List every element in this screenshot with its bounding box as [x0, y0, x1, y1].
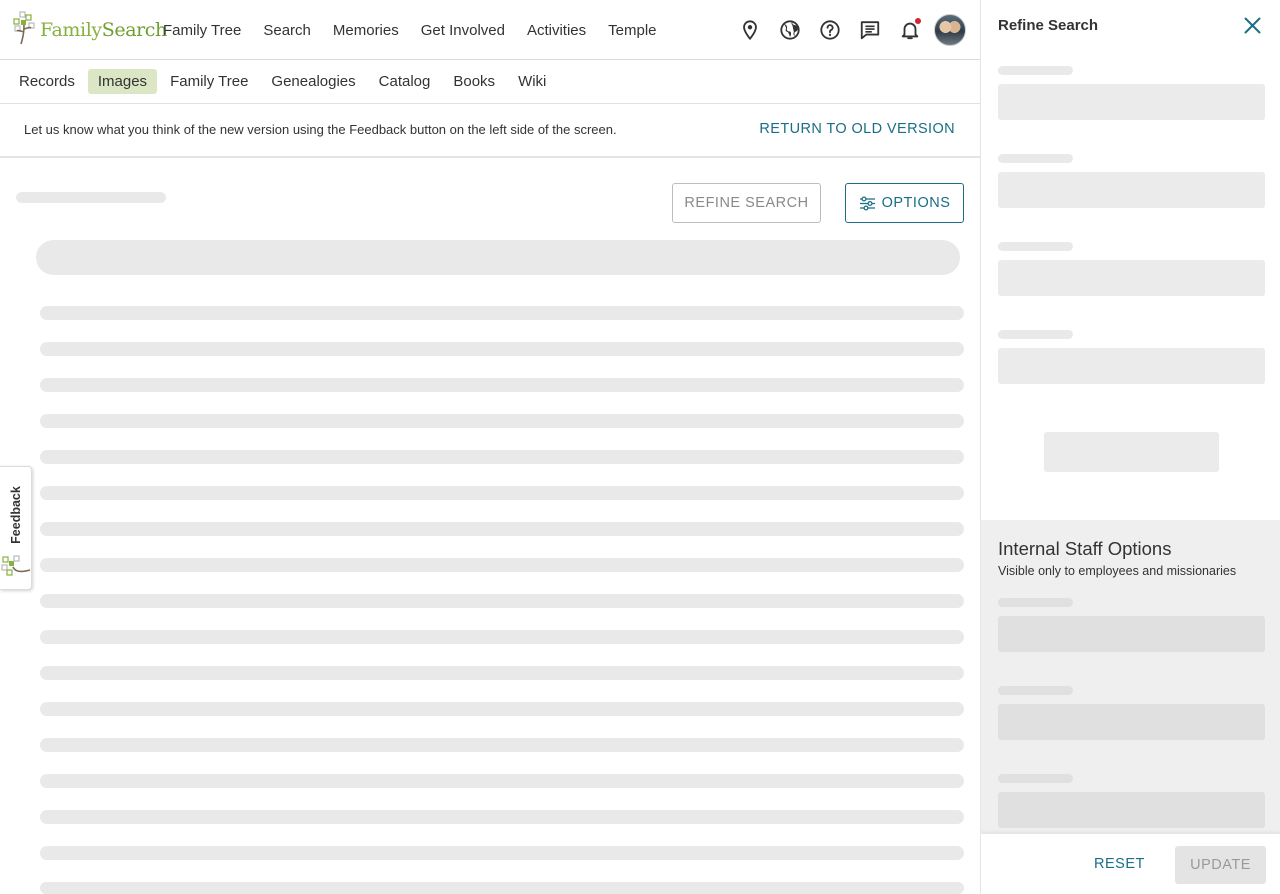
field-label-placeholder — [998, 154, 1073, 163]
skeleton-row — [40, 450, 964, 464]
refine-search-panel: Refine Search Internal Staff Options Vis… — [980, 0, 1280, 894]
map-pin-icon[interactable] — [730, 10, 770, 50]
nav-get-involved[interactable]: Get Involved — [410, 22, 516, 39]
options-button[interactable]: OPTIONS — [845, 183, 964, 223]
nav-memories[interactable]: Memories — [322, 22, 410, 39]
skeleton-row — [40, 846, 964, 860]
familysearch-logo[interactable]: FamilySearch — [13, 10, 167, 46]
skeleton-row — [40, 342, 964, 356]
globe-icon[interactable] — [770, 10, 810, 50]
user-avatar[interactable] — [934, 14, 966, 46]
skeleton-row — [40, 486, 964, 500]
messages-icon[interactable] — [850, 10, 890, 50]
subnav-records[interactable]: Records — [9, 69, 85, 94]
field-input-placeholder — [998, 260, 1265, 296]
subnav-images[interactable]: Images — [87, 69, 158, 94]
subnav-catalog[interactable]: Catalog — [369, 69, 441, 94]
button-placeholder — [1044, 432, 1219, 472]
field-label-placeholder — [998, 774, 1073, 783]
help-icon[interactable] — [810, 10, 850, 50]
primary-nav: Family Tree Search Memories Get Involved… — [152, 0, 668, 60]
nav-icon-group — [730, 0, 966, 60]
sliders-icon — [859, 195, 875, 211]
logo-wordmark: FamilySearch — [40, 19, 167, 41]
nav-search[interactable]: Search — [252, 22, 322, 39]
main-content: FamilySearch Family Tree Search Memories… — [0, 0, 980, 894]
refine-search-button[interactable]: REFINE SEARCH — [672, 183, 821, 223]
field-label-placeholder — [998, 686, 1073, 695]
nav-temple[interactable]: Temple — [597, 22, 667, 39]
nav-activities[interactable]: Activities — [516, 22, 597, 39]
notification-dot — [915, 18, 921, 24]
skeleton-row — [40, 558, 964, 572]
field-input-placeholder — [998, 792, 1265, 828]
close-icon[interactable] — [1241, 14, 1263, 36]
skeleton-row — [40, 666, 964, 680]
skeleton-row — [40, 522, 964, 536]
skeleton-row — [40, 774, 964, 788]
field-input-placeholder — [998, 172, 1265, 208]
search-bar-placeholder — [36, 240, 960, 275]
subnav-genealogies[interactable]: Genealogies — [261, 69, 365, 94]
skeleton-row — [40, 738, 964, 752]
feedback-tab-label: Feedback — [9, 486, 23, 544]
field-input-placeholder — [998, 84, 1265, 120]
options-label: OPTIONS — [881, 195, 951, 211]
return-to-old-version-link[interactable]: RETURN TO OLD VERSION — [759, 121, 955, 137]
top-navigation: FamilySearch Family Tree Search Memories… — [0, 0, 980, 60]
field-input-placeholder — [998, 704, 1265, 740]
feedback-tab[interactable]: Feedback — [0, 466, 32, 590]
field-input-placeholder — [998, 616, 1265, 652]
skeleton-row — [40, 882, 964, 894]
field-label-placeholder — [998, 330, 1073, 339]
field-label-placeholder — [998, 242, 1073, 251]
nav-family-tree[interactable]: Family Tree — [152, 22, 252, 39]
field-label-placeholder — [998, 598, 1073, 607]
staff-options-title: Internal Staff Options — [998, 538, 1172, 559]
subnav-books[interactable]: Books — [443, 69, 505, 94]
panel-footer: RESET UPDATE — [981, 834, 1280, 894]
subnav-family-tree[interactable]: Family Tree — [160, 69, 258, 94]
skeleton-row — [40, 810, 964, 824]
skeleton-row — [40, 702, 964, 716]
panel-title: Refine Search — [998, 17, 1099, 34]
feedback-message: Let us know what you think of the new ve… — [24, 122, 617, 137]
search-subnav: Records Images Family Tree Genealogies C… — [0, 60, 980, 104]
tree-logo-icon — [1, 555, 31, 576]
skeleton-row — [40, 414, 964, 428]
feedback-banner: Let us know what you think of the new ve… — [0, 104, 980, 158]
update-button[interactable]: UPDATE — [1175, 846, 1266, 884]
skeleton-row — [40, 630, 964, 644]
reset-button[interactable]: RESET — [1094, 856, 1145, 872]
staff-options-subtitle: Visible only to employees and missionari… — [998, 564, 1237, 578]
tree-logo-icon — [13, 11, 35, 45]
results-count-placeholder — [16, 192, 166, 203]
field-input-placeholder — [998, 348, 1265, 384]
bell-icon[interactable] — [890, 10, 930, 50]
skeleton-row — [40, 378, 964, 392]
subnav-wiki[interactable]: Wiki — [508, 69, 556, 94]
skeleton-row — [40, 594, 964, 608]
skeleton-row — [40, 306, 964, 320]
field-label-placeholder — [998, 66, 1073, 75]
